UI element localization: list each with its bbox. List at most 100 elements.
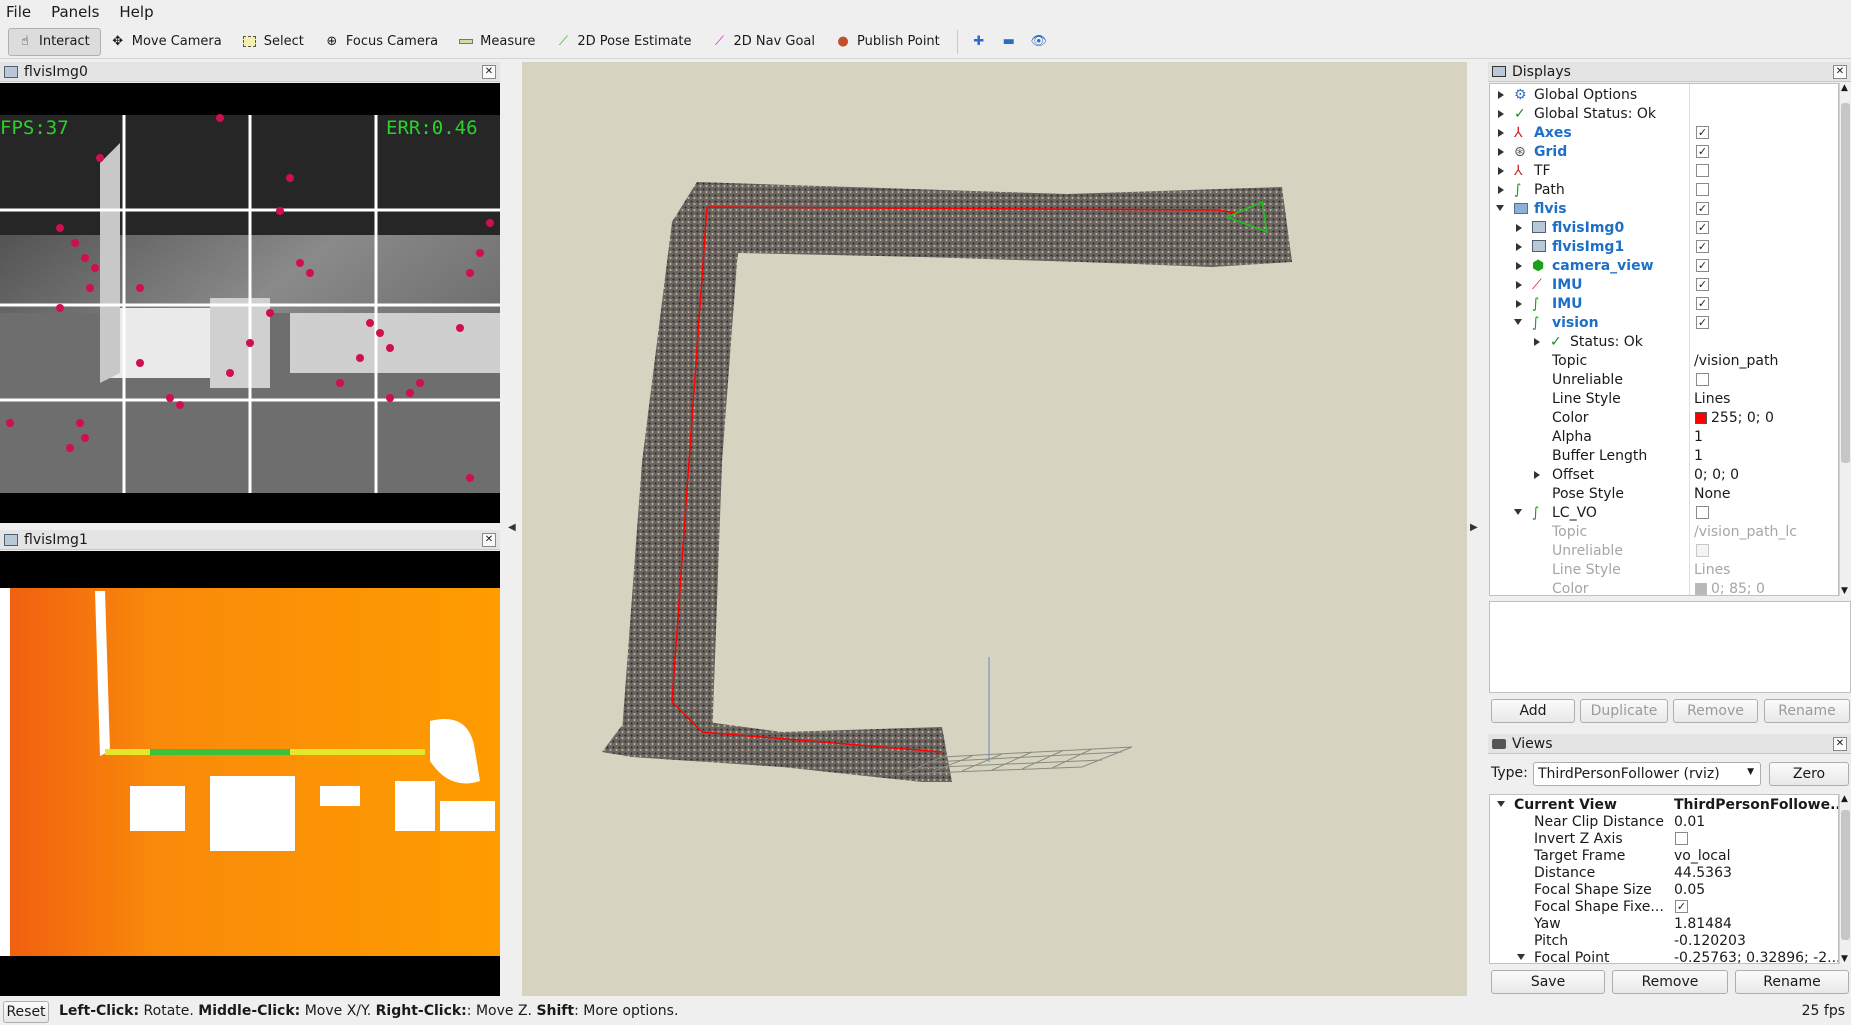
tree-row-camera-view[interactable]: ⬢ camera_view ✓	[1490, 256, 1838, 275]
invert-z-checkbox[interactable]	[1675, 832, 1688, 845]
imu-2-checkbox[interactable]: ✓	[1696, 297, 1709, 310]
prop-value[interactable]: -0.120203	[1674, 933, 1746, 949]
crosshair-icon: ⊕	[326, 34, 338, 49]
scroll-thumb[interactable]	[1841, 103, 1850, 463]
prop-value[interactable]: 0; 0; 0	[1694, 467, 1739, 483]
prop-value[interactable]: -0.25763; 0.32896; -2....	[1674, 950, 1838, 964]
view-options-button[interactable]: 👁	[1024, 28, 1054, 56]
prop-buffer-length[interactable]: Buffer Length 1	[1490, 446, 1838, 465]
close-icon[interactable]: ✕	[482, 65, 496, 79]
prop-value[interactable]: None	[1694, 486, 1731, 502]
remove-tool-button[interactable]: ▬	[994, 28, 1024, 56]
select-tool[interactable]: Select	[233, 28, 315, 56]
nav-goal-tool[interactable]: ⟋ 2D Nav Goal	[702, 28, 826, 56]
displays-tree[interactable]: ⚙ Global Options ✓ Global Status: Ok ⅄ Axes…	[1489, 83, 1839, 596]
prop-topic[interactable]: Topic/vision_path	[1490, 351, 1838, 370]
path-checkbox[interactable]	[1696, 183, 1709, 196]
tree-row-global-options[interactable]: ⚙ Global Options	[1490, 85, 1838, 104]
prop-offset[interactable]: Offset 0; 0; 0	[1490, 465, 1838, 484]
save-view-button[interactable]: Save	[1491, 970, 1605, 994]
tree-row-lc-vo[interactable]: ∫ LC_VO	[1490, 503, 1838, 522]
scroll-down-icon[interactable]: ▼	[1841, 954, 1848, 964]
axes-checkbox[interactable]: ✓	[1696, 126, 1709, 139]
tree-row-axes[interactable]: ⅄ Axes ✓	[1490, 123, 1838, 142]
tree-row-imu-2[interactable]: ∫ IMU ✓	[1490, 294, 1838, 313]
measure-tool[interactable]: Measure	[449, 28, 546, 56]
prop-value[interactable]: 0.05	[1674, 882, 1705, 898]
tf-checkbox[interactable]	[1696, 164, 1709, 177]
scroll-down-icon[interactable]: ▼	[1841, 586, 1848, 596]
collapse-right-icon[interactable]: ▶	[1470, 522, 1478, 538]
zero-button[interactable]: Zero	[1769, 762, 1849, 786]
tree-row-tf[interactable]: ⅄ TF	[1490, 161, 1838, 180]
focus-camera-tool[interactable]: ⊕ Focus Camera	[315, 28, 449, 56]
tree-row-path[interactable]: ∫ Path	[1490, 180, 1838, 199]
flvisimg1-view[interactable]	[0, 551, 500, 996]
close-icon[interactable]: ✕	[1833, 737, 1847, 751]
focal-fixed-checkbox[interactable]: ✓	[1675, 900, 1688, 913]
scroll-thumb[interactable]	[1841, 810, 1850, 940]
prop-pose-style[interactable]: Pose Style None	[1490, 484, 1838, 503]
displays-scrollbar[interactable]: ▲ ▼	[1839, 83, 1851, 596]
prop-topic-disabled: Topic/vision_path_lc	[1490, 522, 1838, 541]
lc-vo-checkbox[interactable]	[1696, 506, 1709, 519]
tree-row-imu-1[interactable]: ⟋ IMU ✓	[1490, 275, 1838, 294]
prop-value[interactable]: 1	[1694, 448, 1703, 464]
menu-file[interactable]: File	[6, 3, 31, 21]
prop-value[interactable]: 1.81484	[1674, 916, 1732, 932]
tree-row-global-status[interactable]: ✓ Global Status: Ok	[1490, 104, 1838, 123]
vision-checkbox[interactable]: ✓	[1696, 316, 1709, 329]
camera-view-checkbox[interactable]: ✓	[1696, 259, 1709, 272]
prop-value[interactable]: Lines	[1694, 391, 1730, 407]
menu-help[interactable]: Help	[119, 3, 153, 21]
tree-row-grid[interactable]: ⊛ Grid ✓	[1490, 142, 1838, 161]
close-icon[interactable]: ✕	[1833, 65, 1847, 79]
flvis-checkbox[interactable]: ✓	[1696, 202, 1709, 215]
prop-color[interactable]: Color 255; 0; 0	[1490, 408, 1838, 427]
publish-point-tool[interactable]: ● Publish Point	[826, 28, 951, 56]
remove-view-button[interactable]: Remove	[1612, 970, 1728, 994]
imu-1-checkbox[interactable]: ✓	[1696, 278, 1709, 291]
tree-row-vision[interactable]: ∫ vision ✓	[1490, 313, 1838, 332]
prop-value[interactable]: /vision_path	[1694, 353, 1778, 369]
scroll-up-icon[interactable]: ▲	[1841, 794, 1848, 804]
tree-row-flvisimg1[interactable]: flvisImg1 ✓	[1490, 237, 1838, 256]
tree-row-flvis[interactable]: flvis ✓	[1490, 199, 1838, 218]
color-swatch[interactable]	[1695, 412, 1707, 424]
pose-estimate-tool[interactable]: ⟋ 2D Pose Estimate	[546, 28, 702, 56]
prop-unreliable[interactable]: Unreliable	[1490, 370, 1838, 389]
duplicate-display-button[interactable]: Duplicate	[1580, 699, 1668, 723]
add-tool-button[interactable]: ✚	[964, 28, 994, 56]
menu-panels[interactable]: Panels	[51, 3, 99, 21]
3d-viewport[interactable]	[522, 62, 1467, 996]
tree-row-flvisimg0[interactable]: flvisImg0 ✓	[1490, 218, 1838, 237]
rename-display-button[interactable]: Rename	[1764, 699, 1850, 723]
prop-line-style[interactable]: Line Style Lines	[1490, 389, 1838, 408]
prop-value[interactable]: vo_local	[1674, 848, 1730, 864]
prop-value[interactable]: 44.5363	[1674, 865, 1732, 881]
close-icon[interactable]: ✕	[482, 533, 496, 547]
view-prop-focal-point[interactable]: Focal Point -0.25763; 0.32896; -2....	[1490, 948, 1838, 964]
unreliable-checkbox[interactable]	[1696, 373, 1709, 386]
interact-tool[interactable]: ☝ Interact	[8, 27, 101, 56]
tree-row-vision-status[interactable]: ✓ Status: Ok	[1490, 332, 1838, 351]
prop-value[interactable]: 1	[1694, 429, 1703, 445]
scroll-up-icon[interactable]: ▲	[1841, 83, 1848, 93]
flvisimg0-checkbox[interactable]: ✓	[1696, 221, 1709, 234]
rename-view-button[interactable]: Rename	[1735, 970, 1849, 994]
prop-alpha[interactable]: Alpha 1	[1490, 427, 1838, 446]
camera-image-features: FPS:37 ERR:0.46	[0, 114, 500, 493]
flvisimg0-view[interactable]: FPS:37 ERR:0.46	[0, 83, 500, 523]
views-scrollbar[interactable]: ▲ ▼	[1839, 794, 1851, 964]
collapse-left-icon[interactable]: ◀	[508, 522, 516, 538]
views-tree[interactable]: Current View ThirdPersonFollowe... Near C…	[1489, 794, 1839, 964]
flvisimg1-checkbox[interactable]: ✓	[1696, 240, 1709, 253]
prop-value[interactable]: 255; 0; 0	[1711, 410, 1774, 426]
views-type-select[interactable]: ThirdPersonFollower (rviz) ▼	[1533, 762, 1761, 786]
grid-checkbox[interactable]: ✓	[1696, 145, 1709, 158]
add-display-button[interactable]: Add	[1491, 699, 1575, 723]
reset-button[interactable]: Reset	[3, 1001, 49, 1023]
prop-value[interactable]: 0.01	[1674, 814, 1705, 830]
remove-display-button[interactable]: Remove	[1673, 699, 1758, 723]
move-camera-tool[interactable]: ✥ Move Camera	[101, 28, 233, 56]
